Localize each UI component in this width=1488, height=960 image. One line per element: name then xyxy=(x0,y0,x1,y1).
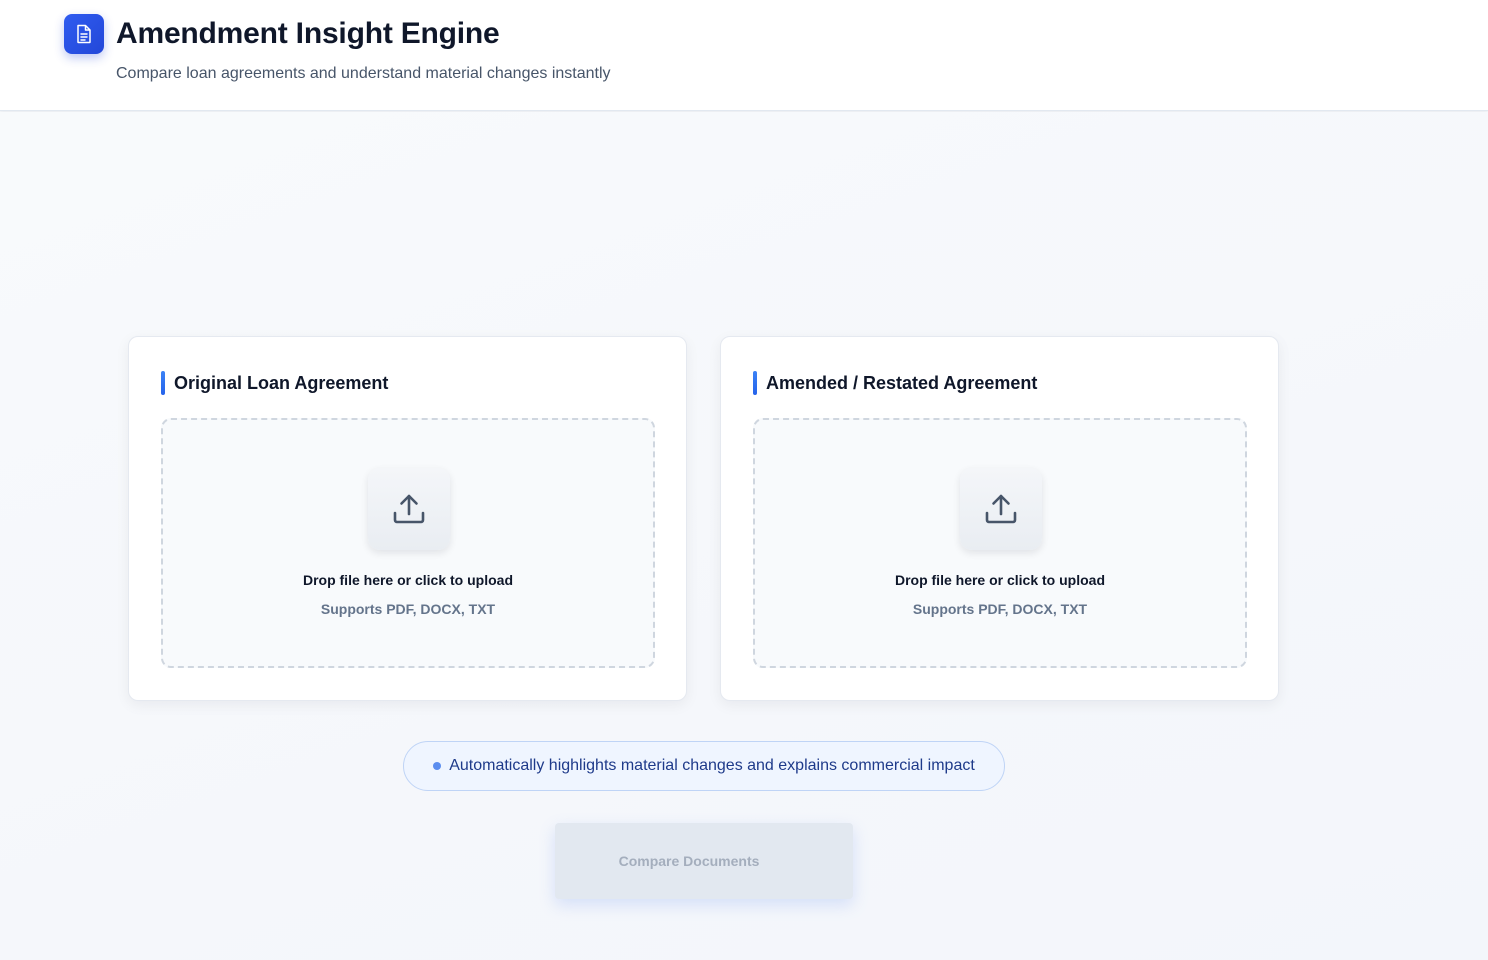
title-accent-bar xyxy=(161,371,165,395)
supported-formats: Supports PDF, DOCX, TXT xyxy=(320,601,496,617)
amended-agreement-title: Amended / Restated Agreement xyxy=(753,371,1037,395)
app-logo xyxy=(64,14,104,54)
app-header: Amendment Insight Engine Compare loan ag… xyxy=(0,0,1488,111)
upload-icon xyxy=(985,494,1017,524)
info-dot-icon xyxy=(433,762,442,770)
page-title: Amendment Insight Engine xyxy=(116,17,500,50)
info-banner-text: Automatically highlights material change… xyxy=(449,757,975,774)
document-icon xyxy=(77,24,91,44)
amended-agreement-dropzone[interactable]: Drop file here or click to upload Suppor… xyxy=(753,418,1247,668)
upload-button[interactable] xyxy=(368,468,450,550)
supported-formats: Supports PDF, DOCX, TXT xyxy=(912,601,1088,617)
card-title-text: Original Loan Agreement xyxy=(174,372,389,393)
drop-instruction: Drop file here or click to upload xyxy=(894,572,1106,588)
amended-agreement-card: Amended / Restated Agreement Drop file h… xyxy=(720,336,1279,701)
upload-button[interactable] xyxy=(960,468,1042,550)
title-accent-bar xyxy=(753,371,757,395)
original-agreement-title: Original Loan Agreement xyxy=(161,371,388,395)
compare-documents-button[interactable]: Compare Documents xyxy=(555,823,853,899)
info-banner: Automatically highlights material change… xyxy=(403,741,1005,791)
upload-icon xyxy=(393,494,425,524)
card-title-text: Amended / Restated Agreement xyxy=(766,372,1038,393)
original-agreement-card: Original Loan Agreement Drop file here o… xyxy=(128,336,687,701)
original-agreement-dropzone[interactable]: Drop file here or click to upload Suppor… xyxy=(161,418,655,668)
page-subtitle: Compare loan agreements and understand m… xyxy=(116,65,611,82)
drop-instruction: Drop file here or click to upload xyxy=(302,572,514,588)
